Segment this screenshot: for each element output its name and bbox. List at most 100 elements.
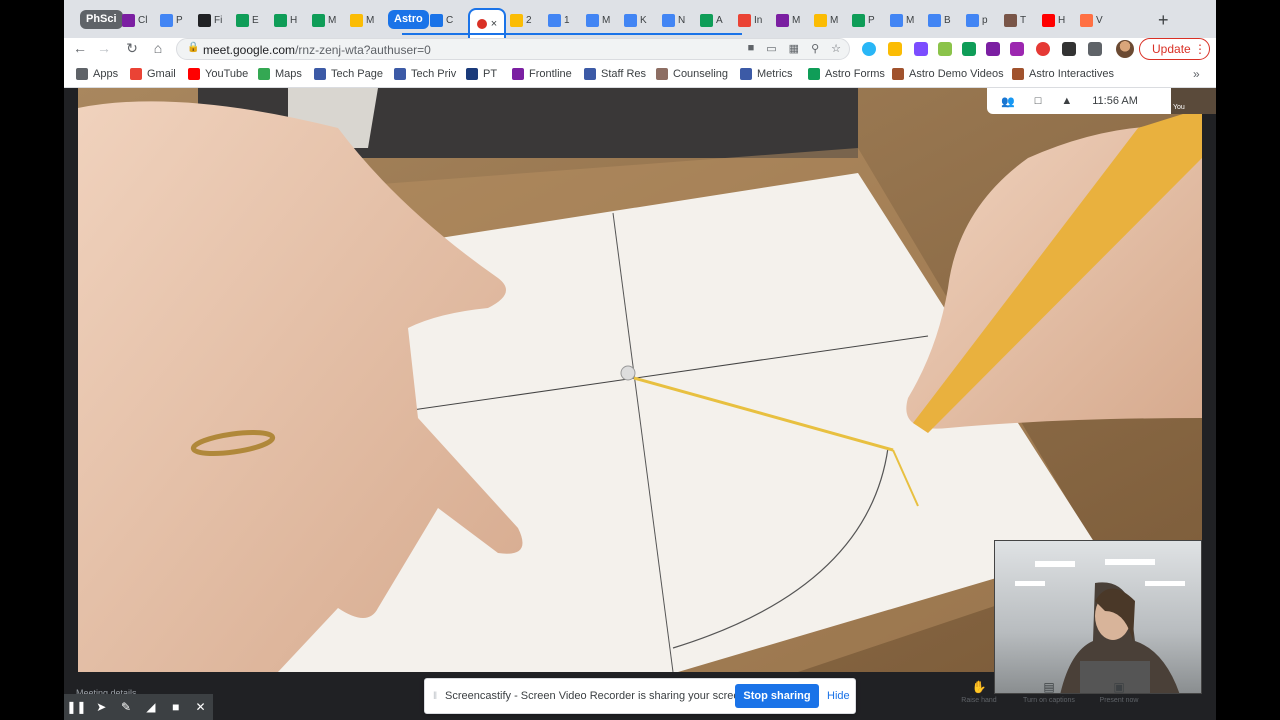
close-tab-icon[interactable]: × xyxy=(491,18,497,30)
drive-extension-icon[interactable] xyxy=(888,42,902,56)
browser-tab[interactable]: M xyxy=(776,9,802,31)
browser-tab[interactable]: Cl xyxy=(122,9,148,31)
bookmark-label: Tech Page xyxy=(331,68,383,80)
bookmark-item[interactable]: Astro Interactives xyxy=(1012,68,1114,80)
screencastify-icon[interactable] xyxy=(1036,42,1050,56)
browser-tab[interactable]: M xyxy=(586,9,612,31)
forward-icon[interactable]: → xyxy=(94,40,114,56)
hide-button[interactable]: Hide xyxy=(827,690,850,702)
edpuzzle-icon xyxy=(274,13,287,27)
bookmark-item[interactable]: Astro Forms xyxy=(808,68,885,80)
self-view-thumbnail[interactable]: You xyxy=(1171,88,1216,114)
film-icon xyxy=(198,13,211,27)
browser-tab[interactable]: P xyxy=(852,9,878,31)
bookmark-icon xyxy=(1012,68,1024,80)
extension-icon[interactable] xyxy=(938,42,952,56)
bookmark-label: Astro Forms xyxy=(825,68,885,80)
browser-tab[interactable]: T xyxy=(1004,9,1030,31)
bookmark-item[interactable]: Apps xyxy=(76,68,118,80)
browser-tab[interactable]: M xyxy=(890,9,916,31)
bookmark-item[interactable]: Frontline xyxy=(512,68,572,80)
activities-icon[interactable]: ▲ xyxy=(1061,95,1072,107)
bookmark-item[interactable]: Maps xyxy=(258,68,302,80)
browser-tab[interactable]: K xyxy=(624,9,650,31)
pen-icon[interactable]: ✎ xyxy=(114,700,139,714)
bookmark-item[interactable]: Gmail xyxy=(130,68,176,80)
lock-icon: 🔒 xyxy=(187,42,200,53)
update-button[interactable]: Update ⋮ xyxy=(1139,38,1210,60)
tab-label: M xyxy=(328,14,337,26)
url-host: meet.google.com xyxy=(203,43,296,57)
tab-label: M xyxy=(366,14,375,26)
browser-tab[interactable]: P xyxy=(160,9,186,31)
bookmark-label: Tech Priv xyxy=(411,68,457,80)
browser-tab[interactable]: 2 xyxy=(510,9,536,31)
browser-tab[interactable]: p xyxy=(966,9,992,31)
calendar-icon xyxy=(928,13,941,27)
bookmark-item[interactable]: Astro Demo Videos xyxy=(892,68,1004,80)
browser-tab[interactable]: N xyxy=(662,9,688,31)
bookmark-item[interactable]: PT xyxy=(466,68,497,80)
apps-grid-icon[interactable]: ▦ xyxy=(789,42,799,55)
bookmark-icon xyxy=(76,68,88,80)
avatar[interactable] xyxy=(1116,40,1134,58)
stop-sharing-button[interactable]: Stop sharing xyxy=(735,684,819,708)
puzzle-icon[interactable] xyxy=(1088,42,1102,56)
search-icon[interactable]: ⚲ xyxy=(811,42,819,55)
browser-tab[interactable]: M xyxy=(350,9,376,31)
bookmark-item[interactable]: Tech Page xyxy=(314,68,383,80)
bookmark-item[interactable]: Tech Priv xyxy=(394,68,456,80)
browser-tab[interactable]: In xyxy=(738,9,764,31)
browser-tab[interactable]: 1 xyxy=(548,9,574,31)
tab-label: E xyxy=(252,14,259,26)
new-tab-button[interactable]: + xyxy=(1158,10,1169,31)
extension-icon[interactable] xyxy=(862,42,876,56)
pause-icon[interactable]: ❚❚ xyxy=(64,700,89,714)
captions-button[interactable]: ▤ Turn on captions xyxy=(1014,680,1084,720)
tab-label: P xyxy=(176,14,183,26)
tab-group-chip[interactable]: Astro xyxy=(388,10,429,29)
cursor-icon[interactable]: ➤ xyxy=(89,700,114,714)
present-button[interactable]: ▣ Present now xyxy=(1084,680,1154,720)
classroom-extension-icon[interactable] xyxy=(962,42,976,56)
highlighter-icon[interactable]: ◢ xyxy=(138,700,163,714)
browser-tab[interactable]: Fi xyxy=(198,9,224,31)
camera-icon[interactable]: ■ xyxy=(163,700,188,714)
browser-tab[interactable]: B xyxy=(928,9,954,31)
reload-icon[interactable]: ↻ xyxy=(122,40,142,57)
cast-icon[interactable]: ▭ xyxy=(766,42,776,55)
browser-tab[interactable]: E xyxy=(236,9,262,31)
browser-tab[interactable]: M xyxy=(814,9,840,31)
extension-icon[interactable] xyxy=(1010,42,1024,56)
browser-tab[interactable]: C xyxy=(430,9,456,31)
home-icon[interactable]: ⌂ xyxy=(148,40,168,56)
bookmark-item[interactable]: Staff Res xyxy=(584,68,646,80)
extension-icon[interactable] xyxy=(986,42,1000,56)
bookmark-label: Astro Demo Videos xyxy=(909,68,1004,80)
browser-tab[interactable]: V xyxy=(1080,9,1106,31)
qr-code-icon[interactable] xyxy=(1062,42,1076,56)
bookmark-item[interactable]: Counseling xyxy=(656,68,728,80)
address-bar[interactable]: 🔒 meet.google.com/rnz-zenj-wta?authuser=… xyxy=(176,38,850,60)
browser-tab[interactable]: H xyxy=(1042,9,1068,31)
participant-tile[interactable] xyxy=(994,540,1202,694)
people-icon[interactable]: 👥 xyxy=(1001,95,1015,108)
chat-icon[interactable]: □ xyxy=(1035,95,1042,107)
browser-tab[interactable]: H xyxy=(274,9,300,31)
tab-label: N xyxy=(678,14,686,26)
bookmark-item[interactable]: YouTube xyxy=(188,68,248,80)
star-icon[interactable]: ☆ xyxy=(831,42,841,55)
camera-icon[interactable]: ■ xyxy=(748,42,755,55)
drag-handle-icon[interactable]: ‖ xyxy=(433,691,439,702)
bookmarks-more-icon[interactable]: » xyxy=(1193,67,1200,81)
close-icon[interactable]: ✕ xyxy=(188,700,213,714)
tab-label: C xyxy=(446,14,454,26)
back-icon[interactable]: ← xyxy=(70,40,90,56)
browser-tab[interactable]: M xyxy=(312,9,338,31)
browser-tab[interactable]: A xyxy=(700,9,726,31)
extension-icon[interactable] xyxy=(914,42,928,56)
raise-hand-button[interactable]: ✋ Raise hand xyxy=(944,680,1014,720)
bookmark-item[interactable]: Metrics xyxy=(740,68,792,80)
tab-label: p xyxy=(982,14,988,26)
tab-group-chip[interactable]: PhSci xyxy=(80,10,123,29)
